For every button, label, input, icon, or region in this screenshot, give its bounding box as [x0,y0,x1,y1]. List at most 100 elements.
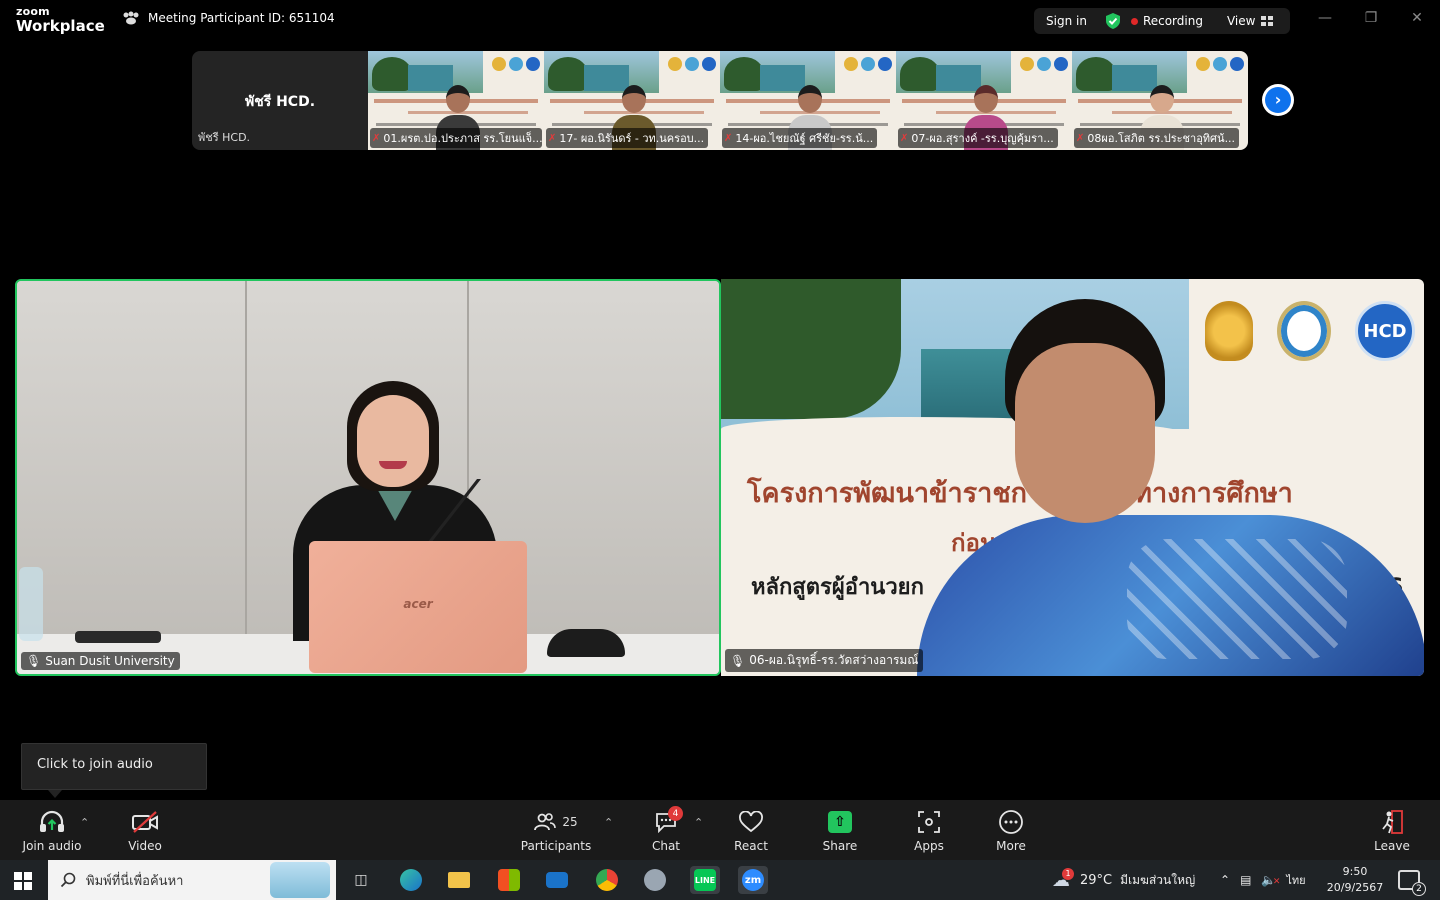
tooltip-arrow [48,790,62,798]
more-button[interactable]: More [988,808,1034,853]
taskbar-search-box[interactable]: พิมพ์ที่นี่เพื่อค้นหา [48,860,336,900]
chat-label: Chat [651,839,681,853]
mic-muted-icon: ✗ [1076,132,1085,144]
file-explorer-icon[interactable] [444,866,474,894]
zoom-app-icon[interactable]: zm [738,866,768,894]
laptop-brand: acer [403,597,433,611]
phone-on-desk [75,631,161,643]
mic-muted-icon: ✗ [372,132,381,144]
participants-count: 25 [562,815,578,829]
participant-tile[interactable]: ✗ 07-ผอ.สุรางค์ -รร.บุญคุ้มรา... [896,51,1072,150]
share-screen-icon: ⇧ [828,811,852,833]
input-language[interactable]: ไทย [1286,871,1305,889]
chat-options-caret-icon[interactable]: ⌃ [694,816,703,829]
logos-icon [1020,57,1068,71]
search-placeholder: พิมพ์ที่นี่เพื่อค้นหา [86,873,184,889]
headphones-icon [40,810,64,832]
brand-top: zoom [16,5,50,18]
edge-browser-icon[interactable] [396,866,426,894]
microphone-base [547,629,625,657]
participant-tile[interactable]: ✗ 17- ผอ.นิรันดร์ - วท.นครอบ... [544,51,720,150]
task-view-icon[interactable]: ◫ [346,866,376,894]
maximize-icon[interactable]: ❐ [1361,10,1381,26]
speaker-muted-icon[interactable]: 🔈 ✕ [1261,873,1280,887]
participant-tile-name-only[interactable]: พัชรี HCD. พัชรี HCD. [192,51,368,150]
chevron-up-icon[interactable]: ⌃ [1220,873,1230,887]
view-button[interactable]: View [1227,14,1274,28]
mic-muted-icon: ✗ [724,132,733,144]
app-icon[interactable] [640,866,670,894]
network-icon[interactable]: ▤ [1240,873,1251,887]
leave-icon [1382,810,1403,834]
chat-unread-badge: 4 [668,806,683,821]
meeting-info[interactable]: Meeting Participant ID: 651104 [122,11,335,25]
title-bar: zoom Workplace Meeting Participant ID: 6… [0,0,1440,44]
water-bottle [19,567,43,641]
chevron-right-icon: › [1265,87,1291,113]
participants-options-caret-icon[interactable]: ⌃ [604,816,613,829]
security-shield-icon[interactable] [1105,12,1121,30]
video-button[interactable]: Video [120,808,170,853]
close-icon[interactable]: ✕ [1407,10,1427,26]
cloud-icon: ☁ 1 [1052,867,1074,891]
participant-thumbnail-strip: พัชรี HCD. พัชรี HCD. ✗ 01.ผรต.ปอ.ประภาส… [192,51,1248,150]
recording-indicator[interactable]: Recording [1130,14,1203,28]
participant-name-large: พัชรี HCD. [244,94,316,110]
title-right-group: Sign in Recording View [1034,8,1290,34]
system-clock[interactable]: 9:50 20/9/2567 [1322,864,1388,896]
recording-dot-icon [1130,17,1138,25]
leave-label: Leave [1374,839,1410,853]
participant-main-video[interactable]: HCD โครงการพัฒนาข้าราชก บุคลากรทางการศึก… [721,279,1424,676]
search-highlight-image [270,862,330,898]
join-audio-tooltip: Click to join audio [21,743,207,790]
leave-button[interactable]: Leave [1370,808,1414,853]
share-button[interactable]: ⇧ Share [816,808,864,853]
minimize-icon[interactable]: — [1315,10,1335,26]
apps-button[interactable]: Apps [906,808,952,853]
logos-icon [1196,57,1244,71]
apps-icon [918,811,940,833]
brand-bottom: Workplace [16,17,105,35]
participants-button[interactable]: 25 Participants [520,808,592,853]
participant-tile[interactable]: ✗ 14-ผอ.ไชยณัฐ์ ศรีชัย-รร.น้... [720,51,896,150]
next-page-button[interactable]: › [1262,84,1294,116]
windows-start-icon[interactable] [14,872,32,890]
windows-taskbar: พิมพ์ที่นี่เพื่อค้นหา ◫ LINE zm ☁ 1 29°C … [0,860,1440,900]
chat-button[interactable]: 4 Chat [640,806,692,853]
react-button[interactable]: React [726,808,776,853]
zoom-workplace-logo: zoom Workplace [16,6,105,34]
chrome-icon[interactable] [592,866,622,894]
line-app-icon[interactable]: LINE [690,866,720,894]
more-icon [999,810,1023,834]
participant-id-icon [123,11,139,25]
mail-icon[interactable] [542,866,572,894]
active-speaker-video[interactable]: acer 🎙 Suan Dusit University [15,279,721,676]
notification-center-icon[interactable]: 2 [1398,870,1426,896]
sign-in-button[interactable]: Sign in [1046,14,1087,28]
participants-icon [534,813,557,831]
participants-label: Participants [520,839,592,853]
participant-label: ✗ 07-ผอ.สุรางค์ -รร.บุญคุ้มรา... [898,128,1058,148]
laptop: acer [309,541,527,673]
participant-name-small: พัชรี HCD. [198,131,251,144]
more-label: More [996,839,1026,853]
weather-temp: 29°C [1080,872,1113,888]
heart-icon [739,811,763,833]
participant-label: ✗ 17- ผอ.นิรันดร์ - วท.นครอบ... [546,128,709,148]
participant-tile[interactable]: ✗ 01.ผรต.ปอ.ประภาส รร.โยนแจ็... [368,51,544,150]
microsoft-store-icon[interactable] [494,866,524,894]
video-label: Video [128,839,162,853]
join-audio-button[interactable]: Join audio [20,808,84,853]
meeting-toolbar: Join audio ⌃ Video 25 Participants ⌃ 4 C… [0,800,1440,860]
weather-widget[interactable]: ☁ 1 29°C มีเมฆส่วนใหญ่ [1052,860,1195,900]
mic-muted-icon: 🎙 [26,654,42,668]
logos-icon [492,57,540,71]
video-off-icon [132,811,158,833]
video-name-label: 🎙 06-ผอ.นิรุทธิ์-รร.วัดสว่างอารมณ์ [725,649,924,672]
recording-label: Recording [1142,14,1203,28]
weather-text: มีเมฆส่วนใหญ่ [1120,872,1196,887]
audio-options-caret-icon[interactable]: ⌃ [80,816,89,829]
react-label: React [734,839,768,853]
notification-count: 2 [1412,882,1426,896]
participant-tile[interactable]: ✗ 08ผอ.โสภิต รร.ประชาอุทิศน้... [1072,51,1248,150]
